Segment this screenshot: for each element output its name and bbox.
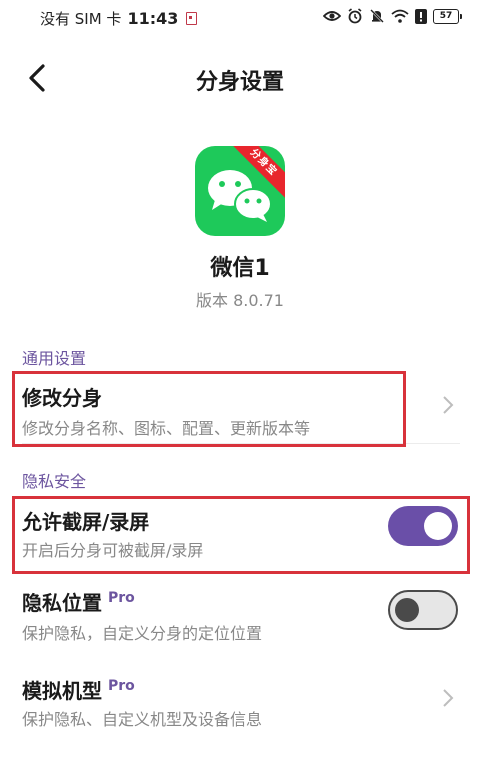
page-title: 分身设置 <box>195 70 284 95</box>
battery-level: 57 <box>433 8 459 24</box>
modify-clone-title: 修改分身 <box>22 386 102 410</box>
app-version: 版本 8.0.71 <box>196 291 284 310</box>
alarm-icon <box>348 8 362 24</box>
privacy-location-label: 隐私位置 <box>22 591 102 615</box>
clock: 11:43 <box>127 9 179 28</box>
divider <box>22 443 460 444</box>
allow-screenshot-subtitle: 开启后分身可被截屏/录屏 <box>22 541 204 560</box>
toggle-knob <box>424 512 452 540</box>
simulate-model-subtitle: 保护隐私、自定义机型及设备信息 <box>22 710 263 729</box>
privacy-location-title: 隐私位置 Pro <box>22 587 135 616</box>
sim-notification-icon <box>186 12 198 25</box>
status-bar: 没有 SIM 卡 11:43 57 <box>0 0 480 36</box>
simulate-model-label: 模拟机型 <box>22 679 102 703</box>
modify-clone-subtitle: 修改分身名称、图标、配置、更新版本等 <box>22 419 311 438</box>
allow-screenshot-toggle[interactable] <box>388 506 458 546</box>
pro-badge: Pro <box>108 590 135 606</box>
chevron-right-icon <box>443 396 454 414</box>
carrier-text: 没有 SIM 卡 <box>40 10 122 28</box>
toggle-knob <box>395 598 419 622</box>
section-general-title: 通用设置 <box>22 349 87 368</box>
simulate-model-title: 模拟机型 Pro <box>22 675 135 704</box>
privacy-location-subtitle: 保护隐私，自定义分身的定位位置 <box>22 624 263 643</box>
modify-clone-row[interactable]: 修改分身 修改分身名称、图标、配置、更新版本等 <box>0 372 480 444</box>
eye-icon <box>323 11 341 21</box>
app-name: 微信1 <box>210 256 270 281</box>
simulate-model-row[interactable]: 模拟机型 Pro 保护隐私、自定义机型及设备信息 <box>0 668 480 732</box>
wifi-icon <box>391 9 409 23</box>
chevron-right-icon <box>443 689 454 707</box>
battery-icon: 57 <box>433 8 462 24</box>
status-icons: 57 <box>323 8 462 24</box>
section-privacy-title: 隐私安全 <box>22 472 87 491</box>
privacy-location-toggle[interactable] <box>388 590 458 630</box>
pro-badge: Pro <box>108 678 135 694</box>
privacy-location-row: 隐私位置 Pro 保护隐私，自定义分身的定位位置 <box>0 580 480 644</box>
allow-screenshot-row: 允许截屏/录屏 开启后分身可被截屏/录屏 <box>0 496 480 572</box>
wechat-app-icon: 分身宝 <box>195 146 285 236</box>
allow-screenshot-title: 允许截屏/录屏 <box>22 510 150 534</box>
mute-bell-icon <box>370 9 384 23</box>
status-left: 没有 SIM 卡 11:43 <box>40 8 198 29</box>
alert-icon <box>415 8 427 24</box>
